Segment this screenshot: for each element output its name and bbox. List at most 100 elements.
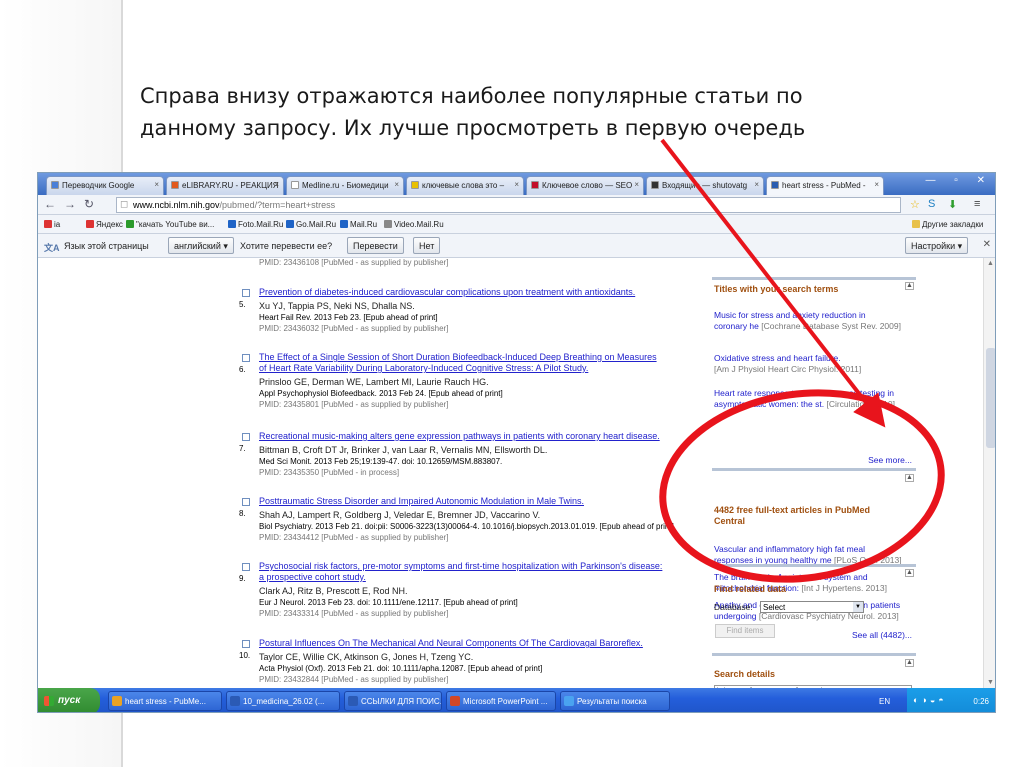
search-result: 6. The Effect of a Single Session of Shor… (239, 352, 729, 410)
scroll-up-icon[interactable]: ▲ (987, 260, 994, 267)
close-tab-icon[interactable]: × (514, 180, 519, 189)
vertical-scrollbar[interactable]: ▲ ▼ (983, 258, 995, 688)
browser-tab[interactable]: Входящие — shutovatg × (646, 176, 764, 195)
taskbar-button[interactable]: ССЫЛКИ ДЛЯ ПОИС... (344, 691, 442, 711)
close-tab-icon[interactable]: × (274, 180, 279, 189)
skype-icon[interactable]: S (928, 198, 935, 210)
close-tab-icon[interactable]: × (874, 180, 879, 189)
result-title-link[interactable]: Prevention of diabetes-induced cardiovas… (259, 287, 729, 298)
close-icon[interactable]: ✕ (983, 239, 991, 250)
search-result: 8. Posttraumatic Stress Disorder and Impa… (239, 496, 729, 543)
sidebar-article-link[interactable]: Vascular and inflammatory high fat meal r… (714, 544, 914, 566)
browser-tab[interactable]: Ключевое слово — SEO × (526, 176, 644, 195)
favicon-icon (411, 181, 419, 189)
bookmark-item[interactable]: "качать YouTube ви... (126, 220, 214, 229)
result-checkbox[interactable] (242, 498, 250, 506)
tab-label: Переводчик Google (62, 181, 135, 190)
language-indicator[interactable]: EN (879, 697, 890, 706)
taskbar-button[interactable]: Microsoft PowerPoint ... (446, 691, 556, 711)
browser-tab[interactable]: Medline.ru - Биомедици × (286, 176, 404, 195)
app-icon (112, 696, 122, 706)
collapse-icon[interactable]: ▲ (905, 474, 914, 482)
result-checkbox[interactable] (242, 289, 250, 297)
bookmark-label: Яндекс (96, 220, 123, 229)
result-checkbox[interactable] (242, 563, 250, 571)
favicon-icon (771, 181, 779, 189)
sidebar-article-link[interactable]: Oxidative stress and heart failure. [Am … (714, 353, 914, 375)
result-title-link[interactable]: of Heart Rate Variability During Laborat… (259, 363, 729, 374)
reload-icon[interactable]: ↻ (84, 197, 94, 211)
collapse-icon[interactable]: ▲ (905, 282, 914, 290)
bookmark-item[interactable]: Video.Mail.Ru (384, 220, 444, 229)
sidebar-article-link[interactable]: Heart rate response to exercise stress t… (714, 388, 914, 410)
result-number: 8. (239, 509, 246, 518)
close-tab-icon[interactable]: × (754, 180, 759, 189)
result-title-link[interactable]: Psychosocial risk factors, pre-motor sym… (259, 561, 729, 572)
see-all-link[interactable]: See all (4482)... (852, 630, 912, 641)
translate-button[interactable]: Перевести (347, 237, 404, 254)
browser-tab[interactable]: eLIBRARY.RU - РЕАКЦИЯ × (166, 176, 284, 195)
start-button[interactable]: пуск (38, 688, 100, 712)
sidebar-article-link[interactable]: The brain Renin-Angiotensin system and mi… (714, 572, 914, 594)
bookmark-favicon-icon (286, 220, 294, 228)
bookmark-star-icon[interactable]: ☆ (910, 198, 920, 211)
close-tab-icon[interactable]: × (154, 180, 159, 189)
language-select[interactable]: английский ▾ (168, 237, 234, 254)
database-select[interactable]: Select ▼ (760, 601, 864, 613)
start-label: пуск (58, 695, 81, 706)
browser-tab[interactable]: Переводчик Google × (46, 176, 164, 195)
bookmark-favicon-icon (44, 220, 52, 228)
close-tab-icon[interactable]: × (634, 180, 639, 189)
forward-icon[interactable]: → (64, 197, 76, 211)
bookmark-favicon-icon (340, 220, 348, 228)
windows-taskbar: пуск heart stress - PubMe... 10_medicina_… (38, 688, 995, 712)
collapse-icon[interactable]: ▲ (905, 659, 914, 667)
result-title-link[interactable]: Postural Influences On The Mechanical An… (259, 638, 729, 649)
sidebar-article-line-1: Oxidative stress and heart failure. (714, 353, 841, 363)
bookmark-item[interactable]: Foto.Mail.Ru (228, 220, 283, 229)
browser-tab[interactable]: ключевые слова это – × (406, 176, 524, 195)
bookmark-item[interactable]: ia (44, 220, 60, 229)
tray-icons[interactable]: ◐◑◒◓ (913, 695, 947, 705)
scrollbar-thumb[interactable] (986, 348, 995, 448)
download-icon[interactable]: ⬇ (948, 198, 957, 211)
no-button[interactable]: Нет (413, 237, 441, 254)
result-checkbox[interactable] (242, 354, 250, 362)
result-title-link[interactable]: a prospective cohort study. (259, 572, 729, 583)
system-tray: EN ◐◑◒◓ 0:26 (879, 688, 995, 712)
result-checkbox[interactable] (242, 640, 250, 648)
bookmark-item[interactable]: Mail.Ru (340, 220, 377, 229)
taskbar-button[interactable]: heart stress - PubMe... (108, 691, 222, 711)
result-title-link[interactable]: The Effect of a Single Session of Short … (259, 352, 729, 363)
bookmark-item[interactable]: Go.Mail.Ru (286, 220, 336, 229)
result-source: Eur J Neurol. 2013 Feb 23. doi: 10.1111/… (259, 598, 518, 607)
see-more-link[interactable]: See more... (868, 455, 912, 466)
address-bar: ← → ↻ ◻ www.ncbi.nlm.nih.gov/pubmed/?ter… (38, 195, 995, 215)
bookmark-item[interactable]: Яндекс (86, 220, 123, 229)
result-pmid: PMID: 23433314 [PubMed - as supplied by … (259, 609, 449, 618)
browser-screenshot: Переводчик Google × eLIBRARY.RU - РЕАКЦИЯ ×… (37, 172, 996, 713)
taskbar-button[interactable]: 10_medicina_26.02 (... (226, 691, 340, 711)
result-title-link[interactable]: Posttraumatic Stress Disorder and Impair… (259, 496, 729, 507)
window-controls[interactable]: — ▫ ✕ (926, 175, 993, 186)
url-field[interactable]: ◻ www.ncbi.nlm.nih.gov/pubmed/?term=hear… (116, 197, 901, 213)
sidebar-article-source: [Cochrane Database Syst Rev. 2009] (761, 321, 901, 331)
sidebar-article-link[interactable]: Music for stress and anxiety reduction i… (714, 310, 914, 332)
taskbar-button[interactable]: Результаты поиска (560, 691, 670, 711)
page-icon: ◻ (120, 199, 129, 210)
result-checkbox[interactable] (242, 433, 250, 441)
scroll-down-icon[interactable]: ▼ (987, 679, 994, 686)
collapse-icon[interactable]: ▲ (905, 569, 914, 577)
back-icon[interactable]: ← (44, 197, 56, 211)
other-bookmarks[interactable]: Другие закладки (912, 220, 983, 229)
bookmark-favicon-icon (228, 220, 236, 228)
bookmark-favicon-icon (126, 220, 134, 228)
menu-icon[interactable]: ≡ (974, 198, 980, 210)
settings-button[interactable]: Настройки ▾ (905, 237, 969, 254)
browser-tab[interactable]: heart stress - PubMed - × (766, 176, 884, 195)
result-title-link[interactable]: Recreational music-making alters gene ex… (259, 431, 729, 442)
close-tab-icon[interactable]: × (394, 180, 399, 189)
result-pmid: PMID: 23436032 [PubMed - as supplied by … (259, 324, 449, 333)
taskbar-button-label: Microsoft PowerPoint ... (463, 697, 548, 706)
tab-label: Входящие — shutovatg (662, 181, 748, 190)
